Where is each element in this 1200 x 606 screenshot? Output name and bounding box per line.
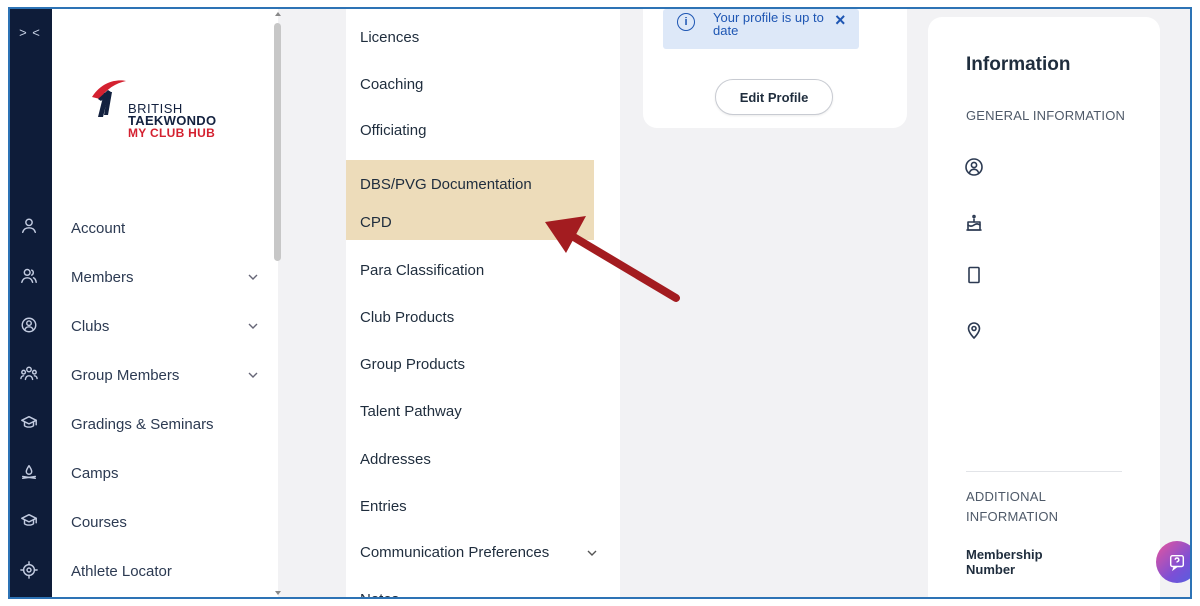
graduation-cap-icon[interactable]: [17, 509, 41, 533]
submenu-item-para-classification[interactable]: Para Classification: [346, 248, 594, 292]
submenu-item-label: Club Products: [360, 308, 455, 326]
sidebar-item-members[interactable]: Members: [71, 262, 261, 292]
submenu-item-label: Licences: [360, 28, 420, 46]
sidebar-item-label: Account: [71, 219, 126, 237]
user-circle-icon: [964, 157, 986, 179]
sidebar-item-label: Clubs: [71, 317, 110, 335]
additional-information-heading: ADDITIONAL INFORMATION: [966, 489, 1059, 524]
sidebar-item-gradings-seminars[interactable]: Gradings & Seminars: [71, 409, 261, 439]
chevron-down-icon: [247, 368, 261, 382]
submenu-item-addresses[interactable]: Addresses: [346, 437, 594, 481]
sidebar-item-account[interactable]: Account: [71, 213, 261, 243]
submenu-item-label: CPD: [360, 214, 392, 231]
chevron-down-icon: [247, 319, 261, 333]
profile-card: i Your profile is up to date × Edit Prof…: [643, 9, 907, 128]
group-icon[interactable]: [17, 362, 41, 386]
submenu-item-label: Entries: [360, 497, 407, 515]
user-icon[interactable]: [17, 214, 41, 238]
sidebar-item-athlete-locator[interactable]: Athlete Locator: [71, 556, 261, 586]
sidebar-item-label: Gradings & Seminars: [71, 415, 214, 433]
campfire-icon[interactable]: [17, 460, 41, 484]
submenu-item-entries[interactable]: Entries: [346, 484, 594, 528]
location-pin-icon: [964, 320, 986, 342]
users-icon[interactable]: [17, 264, 41, 288]
sidebar-item-clubs[interactable]: Clubs: [71, 311, 261, 341]
taekwondo-emblem-icon: [92, 80, 126, 117]
profile-submenu: Licences Coaching Officiating DBS/PVG Do…: [346, 9, 620, 597]
submenu-item-label: Coaching: [360, 75, 424, 93]
sidebar-item-label: Camps: [71, 464, 119, 482]
submenu-item-communication-preferences[interactable]: Communication Preferences: [346, 530, 597, 574]
information-card: Information GENERAL INFORMATION ADDITION…: [928, 17, 1160, 597]
submenu-item-group-products[interactable]: Group Products: [346, 342, 594, 386]
british-taekwondo-logo[interactable]: BRITISH TAEKWONDO MY CLUB HUB: [84, 77, 254, 140]
submenu-item-label: Notes: [360, 590, 400, 599]
scroll-down-arrow-icon[interactable]: [275, 591, 281, 595]
help-chat-button[interactable]: [1156, 541, 1190, 583]
help-chat-icon: [1169, 554, 1185, 571]
chevron-down-icon: [247, 270, 261, 284]
edit-profile-button[interactable]: Edit Profile: [715, 79, 833, 115]
mobile-phone-icon: [964, 265, 986, 287]
icon-rail: > <: [10, 9, 52, 597]
section-divider: [966, 471, 1122, 472]
submenu-item-label: Group Products: [360, 355, 466, 373]
alert-text: Your profile is up to date: [713, 10, 824, 38]
submenu-item-label: Officiating: [360, 121, 427, 139]
sidebar-item-group-members[interactable]: Group Members: [71, 360, 261, 390]
sidebar-item-courses[interactable]: Courses: [71, 507, 261, 537]
collapse-toggle[interactable]: > <: [12, 25, 48, 40]
sidebar-item-label: Group Members: [71, 366, 180, 384]
shield-user-icon[interactable]: [17, 313, 41, 337]
sidebar-scrollbar[interactable]: [272, 9, 282, 597]
sidebar-item-label: Athlete Locator: [71, 562, 172, 580]
birthday-cake-icon: [964, 212, 986, 234]
close-icon[interactable]: ×: [835, 11, 846, 29]
submenu-item-cpd[interactable]: CPD: [346, 209, 594, 240]
submenu-item-talent-pathway[interactable]: Talent Pathway: [346, 389, 594, 433]
sidebar-item-label: Courses: [71, 513, 127, 531]
submenu-item-coaching[interactable]: Coaching: [346, 62, 594, 106]
sidebar: BRITISH TAEKWONDO MY CLUB HUB Account Me…: [52, 9, 278, 597]
submenu-item-officiating[interactable]: Officiating: [346, 108, 594, 152]
submenu-item-label: DBS/PVG Documentation: [360, 176, 532, 193]
logo-line-my-club-hub: MY CLUB HUB: [128, 126, 216, 140]
submenu-item-notes[interactable]: Notes: [346, 577, 594, 599]
profile-status-alert: i Your profile is up to date ×: [663, 9, 859, 49]
chevron-down-icon: [586, 546, 598, 563]
submenu-item-label: Para Classification: [360, 261, 485, 279]
sidebar-item-label: Members: [71, 268, 134, 286]
information-title: Information: [966, 54, 1071, 75]
info-icon: i: [677, 13, 695, 31]
submenu-item-label: Talent Pathway: [360, 402, 462, 420]
scroll-up-arrow-icon[interactable]: [275, 12, 281, 16]
locator-icon[interactable]: [17, 558, 41, 582]
submenu-item-licences[interactable]: Licences: [346, 15, 594, 59]
sidebar-item-camps[interactable]: Camps: [71, 458, 261, 488]
submenu-item-label: Addresses: [360, 450, 431, 468]
submenu-item-label: Communication Preferences: [360, 543, 550, 561]
graduation-cap-icon[interactable]: [17, 411, 41, 435]
scrollbar-thumb[interactable]: [274, 23, 281, 261]
app-frame: > < BRITISH TAEKWONDO MY CLUB HUB Accoun…: [8, 7, 1192, 599]
membership-number-label: Membership Number: [966, 547, 1043, 577]
submenu-item-club-products[interactable]: Club Products: [346, 295, 594, 339]
general-information-heading: GENERAL INFORMATION: [966, 108, 1126, 123]
submenu-item-dbs-pvg-documentation[interactable]: DBS/PVG Documentation: [346, 160, 594, 209]
